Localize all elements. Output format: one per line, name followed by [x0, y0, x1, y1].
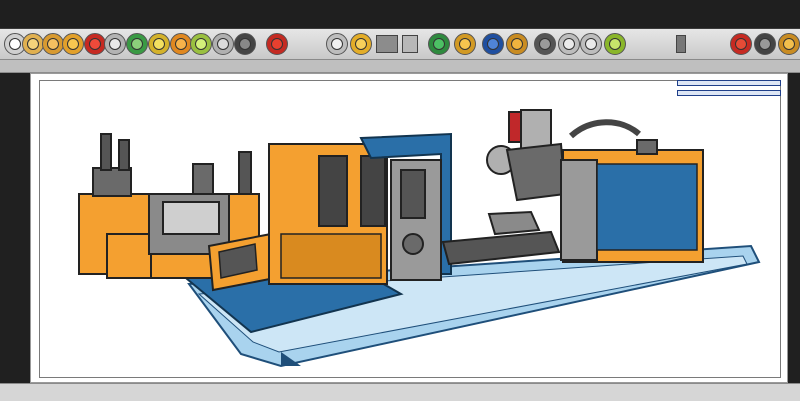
vertical-scrollbar[interactable] [788, 73, 800, 383]
panel-icon[interactable] [676, 35, 686, 53]
compass-icon[interactable] [454, 33, 476, 55]
star-icon[interactable] [148, 33, 170, 55]
gear-icon[interactable] [62, 33, 84, 55]
mid-left-window [162, 201, 220, 235]
drawing-canvas[interactable] [30, 73, 788, 383]
property-field-1[interactable] [677, 80, 781, 86]
menu-tools[interactable] [166, 9, 182, 19]
settings-icon[interactable] [754, 33, 776, 55]
menu-edit[interactable] [38, 9, 56, 19]
left-panel [0, 73, 30, 383]
help-icon[interactable] [778, 33, 800, 55]
left-chimney-2 [118, 139, 130, 171]
menu-insert[interactable] [92, 9, 114, 19]
loop-icon[interactable] [580, 33, 602, 55]
gray-cabinet-panel [400, 169, 426, 219]
property-label-2 [677, 116, 707, 122]
check-icon[interactable] [604, 33, 626, 55]
layer-icon[interactable] [376, 35, 398, 53]
stop-icon[interactable] [266, 33, 288, 55]
disk-icon[interactable] [534, 33, 556, 55]
left-machine-top [92, 167, 132, 197]
left-chimney-1 [100, 133, 112, 171]
cabinet-window-left [318, 155, 348, 227]
robot-cable [568, 119, 641, 139]
robot-arm-upper [520, 109, 552, 151]
undo-icon[interactable] [104, 33, 126, 55]
sub-label-center [284, 62, 314, 70]
property-field-2[interactable] [677, 90, 781, 96]
menu-bar [0, 0, 800, 29]
properties-panel [677, 80, 785, 128]
sync-icon[interactable] [126, 33, 148, 55]
open-icon[interactable] [22, 33, 44, 55]
record-icon[interactable] [84, 33, 106, 55]
target-icon[interactable] [428, 33, 450, 55]
sub-label-mid [378, 62, 448, 70]
mid-left-motor [192, 163, 214, 195]
menu-file[interactable] [4, 9, 26, 19]
gray-cabinet-fan [402, 233, 424, 255]
menu-help[interactable] [228, 9, 274, 19]
camera-icon[interactable] [234, 33, 256, 55]
shield-icon[interactable] [482, 33, 504, 55]
mid-left-chimney [238, 151, 252, 195]
sub-label-right [676, 62, 786, 70]
menu-window[interactable] [192, 9, 220, 19]
sub-toolbar [0, 60, 800, 73]
machine-illustration [78, 109, 761, 368]
status-left [34, 388, 94, 397]
right-machine-cap [636, 139, 658, 155]
refresh-icon[interactable] [558, 33, 580, 55]
cabinet-window-right [360, 155, 386, 227]
globe-icon[interactable] [212, 33, 234, 55]
cabinet-vents [280, 233, 382, 279]
menu-view[interactable] [68, 9, 80, 19]
right-machine-grille [596, 163, 698, 251]
status-bar [0, 383, 800, 401]
layer-2-icon[interactable] [402, 35, 418, 53]
bolt-icon[interactable] [506, 33, 528, 55]
hopper [487, 210, 541, 236]
sun-icon[interactable] [170, 33, 192, 55]
property-label-1 [677, 102, 717, 108]
alert-icon[interactable] [730, 33, 752, 55]
toolbar [0, 29, 800, 60]
robot-arm-head [505, 142, 567, 202]
menu-format[interactable] [124, 9, 154, 19]
right-machine-door [560, 159, 598, 261]
save-icon[interactable] [42, 33, 64, 55]
leaf-icon[interactable] [190, 33, 212, 55]
sun-2-icon[interactable] [350, 33, 372, 55]
sub-label-left [34, 62, 174, 70]
zoom-icon[interactable] [326, 33, 348, 55]
status-right [716, 388, 796, 397]
